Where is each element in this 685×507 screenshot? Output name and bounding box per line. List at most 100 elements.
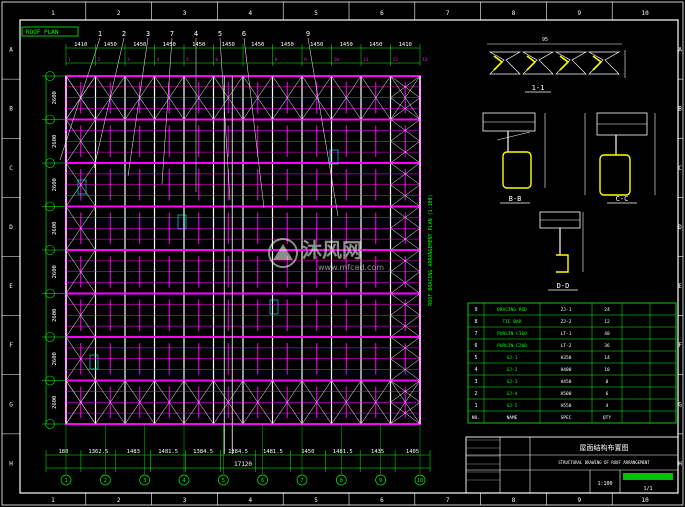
table-cell-name: BRACING ROD: [497, 307, 527, 313]
table-cell-spec: ZJ-2: [561, 319, 572, 325]
table-cell-qty: 14: [604, 355, 610, 361]
border-number-top: 1: [51, 10, 55, 17]
border-number-top: 3: [183, 10, 187, 17]
bottom-dim-text: 1405: [406, 449, 419, 455]
axis-bubble-text: 5: [222, 478, 225, 484]
leader-label: 4: [194, 30, 198, 38]
bottom-dim-text: 1481.5: [263, 449, 283, 455]
border-letter-left: B: [9, 106, 13, 113]
purlin-section-shape: [488, 51, 522, 75]
left-dim-text: 2600: [52, 396, 58, 409]
title-scale: 1:100: [597, 481, 612, 487]
border-letter-right: C: [678, 165, 682, 172]
border-letter-right: F: [678, 342, 682, 349]
border-number-top: 9: [577, 10, 581, 17]
table-cell-spec: H500: [561, 391, 572, 397]
purlin-section-shape: [587, 51, 621, 75]
border-number-bottom: 8: [512, 497, 516, 504]
table-cell-name: GJ-2: [507, 367, 518, 373]
table-header-name: NAME: [507, 415, 518, 421]
column-marker: 13: [422, 57, 428, 63]
table-cell-qty: 6: [606, 391, 609, 397]
table-cell-spec: H350: [561, 355, 572, 361]
leader-label: 3: [146, 30, 150, 38]
bottom-total-dim: 17120: [234, 461, 252, 468]
border-letter-left: H: [9, 460, 13, 467]
top-dim-text: 1450: [104, 42, 117, 48]
member-schedule-table: 9 BRACING ROD ZJ-1 248 TIE BAR ZJ-2 127 PURLIN …: [467, 302, 677, 424]
border-letter-left: A: [9, 47, 13, 54]
table-cell-no: 8: [474, 319, 477, 325]
drawing-tag: ROOF PLAN: [26, 29, 59, 36]
axis-bubble-text: 10: [417, 478, 423, 484]
title-sheet: 1/1: [643, 486, 652, 492]
column-marker: 1: [68, 57, 71, 63]
table-cell-spec: LT-2: [561, 343, 572, 349]
purlin-section-shape: [521, 51, 555, 75]
column-marker: 2: [98, 57, 101, 63]
detail-label-1-1: 1-1: [532, 84, 545, 92]
table-cell-spec: ZJ-1: [561, 307, 572, 313]
bb-leader: [496, 131, 531, 141]
table-cell-no: 5: [474, 355, 477, 361]
table-header-spec: SPEC: [561, 415, 572, 421]
column-marker: 12: [393, 57, 399, 63]
column-marker: 10: [334, 57, 340, 63]
table-header-no: NO.: [472, 415, 480, 421]
table-cell-name: GJ-1: [507, 355, 518, 361]
axis-bubble-text: 4: [182, 478, 185, 484]
watermark-url: www.mfcad.com: [318, 263, 384, 272]
axis-bubble-text: 7: [300, 478, 303, 484]
table-cell-qty: 8: [606, 379, 609, 385]
column-marker: 11: [363, 57, 369, 63]
watermark-logo-mark: [273, 244, 293, 260]
bottom-dim-text: 1384.5: [193, 449, 213, 455]
border-number-bottom: 1: [51, 497, 55, 504]
member-tag: [269, 299, 279, 315]
leader-line: [307, 37, 339, 217]
table-cell-no: 4: [474, 367, 477, 373]
bottom-dim-text: 1483: [127, 449, 140, 455]
table-cell-no: 6: [474, 343, 477, 349]
bb-pipe: [502, 151, 532, 189]
title-en: STRUCTURAL DRAWING OF ROOF ARRANGEMENT: [558, 460, 650, 465]
table-cell-spec: H400: [561, 367, 572, 373]
border-letter-right: B: [678, 106, 682, 113]
bottom-dim-text: 180: [58, 449, 68, 455]
table-cell-spec: H450: [561, 379, 572, 385]
table-cell-no: 3: [474, 379, 477, 385]
table-cell-name: GJ-5: [507, 403, 518, 409]
border-letter-left: G: [9, 401, 13, 408]
axis-bubble-text: 8: [340, 478, 343, 484]
detail-label-c-c: C-C: [616, 195, 629, 203]
top-dim-text: 1410: [74, 42, 87, 48]
top-dim-text: 1410: [399, 42, 412, 48]
top-dim-text: 1450: [281, 42, 294, 48]
table-cell-qty: 12: [604, 319, 610, 325]
top-dim-text: 1450: [251, 42, 264, 48]
bottom-dim-text: 1384.5: [228, 449, 248, 455]
border-number-top: 4: [248, 10, 252, 17]
left-dim-text: 2600: [52, 178, 58, 191]
top-dim-text: 1450: [133, 42, 146, 48]
roof-plan: 1 2 3 7 4 5 6 91410 1450 1450 1450 1450 1450 1450 1450…: [42, 30, 434, 486]
watermark-brand: 沐风网: [302, 238, 362, 262]
leader-label: 2: [122, 30, 126, 38]
leader-label: 7: [170, 30, 174, 38]
dd-bracket: [556, 254, 569, 273]
border-letter-left: D: [9, 224, 13, 231]
column-marker: 5: [186, 57, 189, 63]
leader-label: 1: [98, 30, 102, 38]
top-dim-text: 1450: [192, 42, 205, 48]
top-dim-text: 1450: [222, 42, 235, 48]
column-marker: 4: [157, 57, 160, 63]
axis-bubble-text: 2: [104, 478, 107, 484]
column-marker: 7: [245, 57, 248, 63]
left-dim-text: 2600: [52, 352, 58, 365]
title-block: 屋面结构布置图 STRUCTURAL DRAWING OF ROOF ARRANG…: [465, 436, 679, 494]
border-number-bottom: 2: [117, 497, 121, 504]
border-letter-left: F: [9, 342, 13, 349]
table-cell-spec: H550: [561, 403, 572, 409]
top-dim-text: 1450: [340, 42, 353, 48]
border-letter-left: C: [9, 165, 13, 172]
